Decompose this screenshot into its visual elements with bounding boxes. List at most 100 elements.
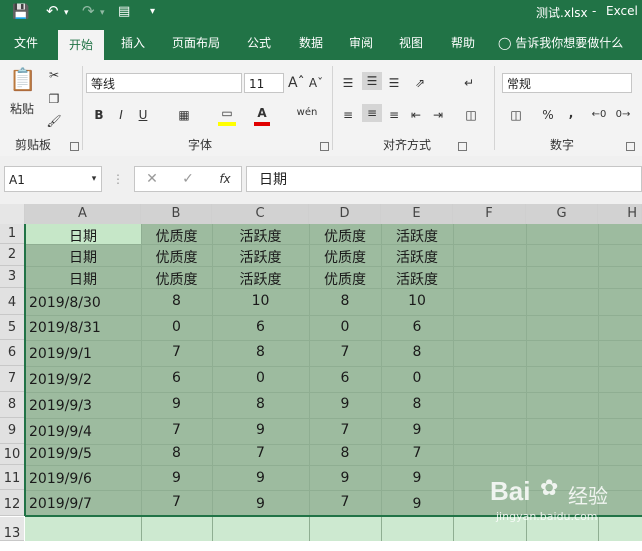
tab-file[interactable]: 文件 [4, 26, 48, 60]
row-header-13[interactable]: 13 [0, 517, 24, 541]
column-header-d[interactable]: D [309, 204, 381, 224]
cell-c3[interactable]: 活跃度 [212, 269, 309, 289]
row-header-3[interactable]: 3 [0, 266, 24, 288]
cell-e11[interactable]: 9 [381, 470, 453, 486]
cell-c11[interactable]: 9 [212, 470, 309, 486]
number-launcher-icon[interactable] [626, 142, 635, 151]
cell-d11[interactable]: 9 [309, 470, 381, 486]
cell-e10[interactable]: 7 [381, 445, 453, 461]
cell-b7[interactable]: 6 [141, 370, 212, 386]
format-painter-icon[interactable]: 🖌 [44, 112, 64, 130]
cell-d8[interactable]: 9 [309, 396, 381, 412]
row-header-8[interactable]: 8 [0, 392, 24, 418]
select-all-corner[interactable] [0, 204, 25, 224]
middle-align-icon[interactable]: ☰ [362, 72, 382, 90]
alignment-launcher-icon[interactable] [458, 142, 467, 151]
cell-b3[interactable]: 优质度 [141, 269, 212, 289]
cell-d1[interactable]: 优质度 [309, 226, 381, 246]
cell-c1[interactable]: 活跃度 [212, 226, 309, 246]
column-header-f[interactable]: F [453, 204, 526, 224]
name-box-dropdown-icon[interactable]: ▾ [88, 170, 100, 188]
cell-e12[interactable]: 9 [381, 496, 453, 512]
cancel-icon[interactable]: ✕ [144, 170, 160, 188]
borders-icon[interactable]: ▦ [176, 106, 192, 124]
tab-help[interactable]: 帮助 [442, 26, 484, 60]
underline-button[interactable]: U [136, 106, 150, 124]
cell-d3[interactable]: 优质度 [309, 269, 381, 289]
cell-c12[interactable]: 9 [212, 496, 309, 512]
cell-e8[interactable]: 8 [381, 396, 453, 412]
customize-quick-access-icon[interactable]: ▾ [150, 6, 155, 17]
cell-b9[interactable]: 7 [141, 422, 212, 438]
row-header-6[interactable]: 6 [0, 340, 24, 366]
cell-e4[interactable]: 10 [381, 293, 453, 309]
tab-view[interactable]: 视图 [390, 26, 432, 60]
undo-icon[interactable]: ↶ [46, 2, 59, 20]
increase-indent-icon[interactable]: ⇥ [430, 106, 446, 124]
tab-home[interactable]: 开始 [58, 30, 104, 60]
cell-d6[interactable]: 7 [309, 344, 381, 360]
column-header-e[interactable]: E [381, 204, 453, 224]
row-header-7[interactable]: 7 [0, 366, 24, 392]
cell-b4[interactable]: 8 [141, 293, 212, 309]
tab-page-layout[interactable]: 页面布局 [164, 26, 228, 60]
cell-b2[interactable]: 优质度 [141, 247, 212, 267]
cell-a8[interactable]: 2019/9/3 [29, 398, 92, 414]
bold-button[interactable]: B [92, 106, 106, 124]
cell-b12[interactable]: 7 [141, 494, 212, 510]
decrease-font-icon[interactable]: Aˇ [308, 74, 324, 92]
row-header-11[interactable]: 11 [0, 465, 24, 490]
cell-a10[interactable]: 2019/9/5 [29, 446, 92, 462]
cell-a4[interactable]: 2019/8/30 [29, 295, 101, 311]
cell-b8[interactable]: 9 [141, 396, 212, 412]
cell-e1[interactable]: 活跃度 [381, 226, 453, 246]
cell-a11[interactable]: 2019/9/6 [29, 471, 92, 487]
copy-icon[interactable]: ❐ [44, 90, 64, 108]
align-right-icon[interactable]: ≡ [386, 106, 402, 124]
column-header-b[interactable]: B [141, 204, 212, 224]
align-center-icon[interactable]: ≡ [362, 104, 382, 122]
cell-a7[interactable]: 2019/9/2 [29, 372, 92, 388]
row-header-4[interactable]: 4 [0, 288, 24, 315]
fill-color-icon[interactable]: ▭ [218, 104, 236, 126]
cell-c7[interactable]: 0 [212, 370, 309, 386]
insert-function-button[interactable]: fx [214, 170, 236, 188]
top-align-icon[interactable]: ☰ [340, 74, 356, 92]
form-icon[interactable]: ▤ [118, 4, 130, 19]
cell-c4[interactable]: 10 [212, 293, 309, 309]
cell-d7[interactable]: 6 [309, 370, 381, 386]
increase-decimal-icon[interactable]: ←0 [590, 106, 608, 124]
tab-data[interactable]: 数据 [290, 26, 332, 60]
clipboard-launcher-icon[interactable] [70, 142, 79, 151]
cell-a9[interactable]: 2019/9/4 [29, 424, 92, 440]
decrease-indent-icon[interactable]: ⇤ [408, 106, 424, 124]
cell-c9[interactable]: 9 [212, 422, 309, 438]
orientation-icon[interactable]: ⇗ [410, 74, 430, 92]
cell-b1[interactable]: 优质度 [141, 226, 212, 246]
paste-button-label[interactable]: 粘贴 [6, 100, 38, 118]
cell-d10[interactable]: 8 [309, 445, 381, 461]
cell-b10[interactable]: 8 [141, 445, 212, 461]
cell-a2[interactable]: 日期 [25, 247, 141, 267]
column-header-c[interactable]: C [212, 204, 309, 224]
cell-b5[interactable]: 0 [141, 319, 212, 335]
cell-a1[interactable]: 日期 [25, 226, 141, 246]
tab-insert[interactable]: 插入 [112, 26, 154, 60]
cell-d5[interactable]: 0 [309, 319, 381, 335]
undo-dropdown-icon[interactable]: ▾ [64, 8, 69, 18]
accounting-format-icon[interactable]: ◫ [504, 106, 528, 124]
row-header-9[interactable]: 9 [0, 418, 24, 444]
row-header-10[interactable]: 10 [0, 444, 24, 465]
redo-dropdown-icon[interactable]: ▾ [100, 8, 105, 18]
comma-button[interactable]: , [566, 104, 576, 122]
wrap-text-icon[interactable]: ↵ [460, 74, 478, 92]
redo-icon[interactable]: ↷ [82, 2, 95, 20]
cell-d2[interactable]: 优质度 [309, 247, 381, 267]
italic-button[interactable]: I [114, 106, 128, 124]
cell-e5[interactable]: 6 [381, 319, 453, 335]
column-header-h[interactable]: H [598, 204, 642, 224]
align-left-icon[interactable]: ≡ [340, 106, 356, 124]
number-format-select[interactable]: 常规 [502, 73, 632, 93]
cell-b6[interactable]: 7 [141, 344, 212, 360]
tell-me-box[interactable]: ◯ 告诉我你想要做什么 [498, 26, 638, 60]
